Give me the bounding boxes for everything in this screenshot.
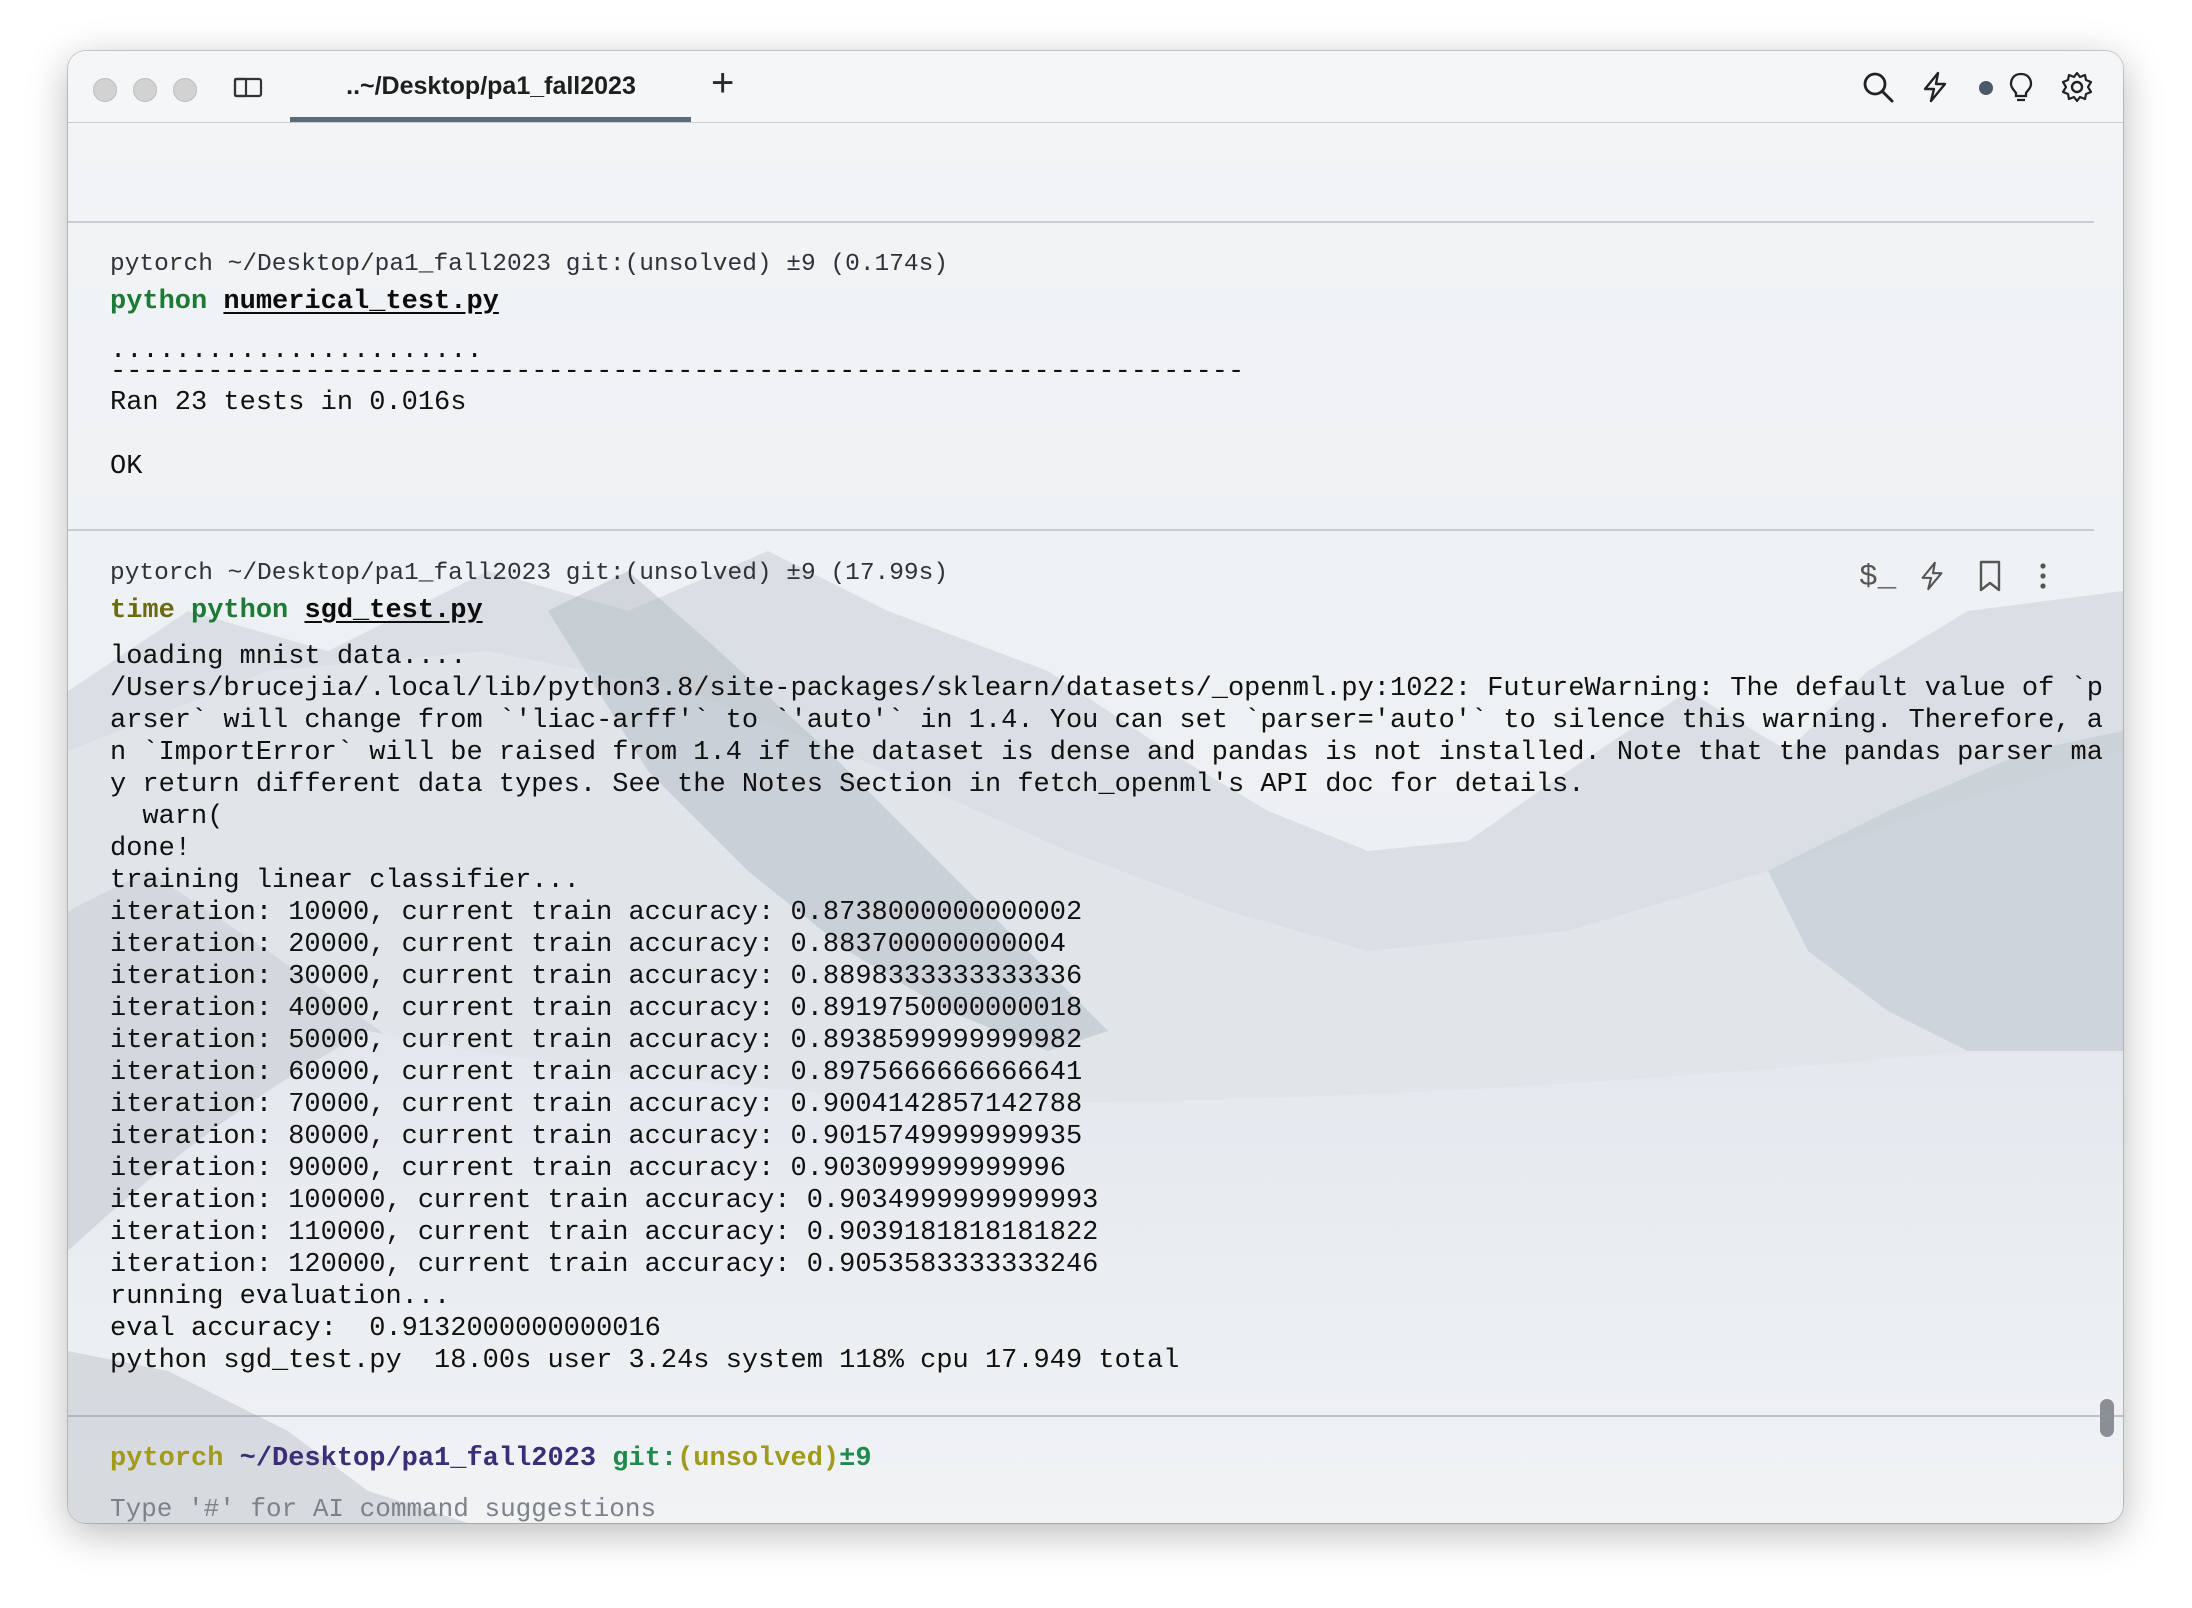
- more-vertical-icon[interactable]: [2035, 559, 2051, 593]
- output-line: running evaluation...: [110, 1282, 451, 1312]
- output-line: Ran 23 tests in 0.016s: [110, 388, 467, 418]
- output-line: iteration: 120000, current train accurac…: [110, 1250, 1099, 1280]
- lightning-icon[interactable]: [1918, 70, 1952, 104]
- command-keyword: python: [110, 287, 208, 317]
- output-line: done!: [110, 834, 192, 864]
- output-line: iteration: 40000, current train accuracy…: [110, 994, 1083, 1024]
- new-tab-button[interactable]: +: [711, 63, 734, 103]
- gear-icon[interactable]: [2060, 70, 2094, 104]
- block-command: time python sgd_test.py: [110, 595, 483, 627]
- prompt-git: git:: [612, 1444, 678, 1474]
- close-window-button[interactable]: [93, 78, 117, 102]
- output-line: warn(: [110, 802, 224, 832]
- block-divider: [68, 221, 2094, 223]
- lightning-icon[interactable]: [1916, 559, 1948, 593]
- output-line: iteration: 80000, current train accuracy…: [110, 1122, 1083, 1152]
- output-line: /Users/brucejia/.local/lib/python3.8/sit…: [110, 674, 2103, 704]
- block-divider: [68, 529, 2094, 531]
- output-line: iteration: 70000, current train accuracy…: [110, 1090, 1083, 1120]
- prompt: pytorch ~/Desktop/pa1_fall2023 git:(unso…: [110, 1443, 872, 1475]
- block-command: python numerical_test.py: [110, 286, 499, 318]
- terminal-window: ..~/Desktop/pa1_fall2023 + pytorch ~/Des…: [68, 51, 2123, 1523]
- bookmark-icon[interactable]: [1975, 559, 2005, 593]
- command-argument[interactable]: sgd_test.py: [304, 596, 482, 626]
- prompt-branch: (unsolved): [677, 1444, 840, 1474]
- output-line: ----------------------------------------…: [110, 357, 1245, 387]
- output-line: training linear classifier...: [110, 866, 580, 896]
- output-line: iteration: 20000, current train accuracy…: [110, 930, 1066, 960]
- output-line: iteration: 50000, current train accuracy…: [110, 1026, 1083, 1056]
- output-line: iteration: 90000, current train accuracy…: [110, 1154, 1066, 1184]
- title-bar: ..~/Desktop/pa1_fall2023 +: [68, 51, 2123, 123]
- output-line: y return different data types. See the N…: [110, 770, 1585, 800]
- lightbulb-icon[interactable]: [2004, 70, 2038, 104]
- output-line: n `ImportError` will be raised from 1.4 …: [110, 738, 2103, 768]
- output-line: iteration: 60000, current train accuracy…: [110, 1058, 1083, 1088]
- tab-title: ..~/Desktop/pa1_fall2023: [346, 72, 636, 100]
- output-line: iteration: 10000, current train accuracy…: [110, 898, 1083, 928]
- terminal-content: pytorch ~/Desktop/pa1_fall2023 git:(unso…: [68, 123, 2123, 1523]
- command-argument[interactable]: numerical_test.py: [223, 287, 498, 317]
- command-input[interactable]: Type '#' for AI command suggestions: [110, 1493, 656, 1523]
- output-line: loading mnist data....: [110, 642, 467, 672]
- output-line: iteration: 110000, current train accurac…: [110, 1218, 1099, 1248]
- block-header: pytorch ~/Desktop/pa1_fall2023 git:(unso…: [110, 251, 949, 278]
- window-split-icon[interactable]: [232, 70, 266, 104]
- status-dot-icon: [1979, 81, 1993, 95]
- prompt-path: ~/Desktop/pa1_fall2023: [239, 1444, 597, 1474]
- tab-active[interactable]: ..~/Desktop/pa1_fall2023: [291, 51, 691, 122]
- tab-active-indicator: [290, 117, 691, 122]
- minimize-window-button[interactable]: [133, 78, 157, 102]
- search-icon[interactable]: [1861, 70, 1895, 104]
- prompt-env: pytorch: [110, 1444, 224, 1474]
- command-time-keyword: time: [110, 596, 175, 626]
- output-line: arser` will change from `'liac-arff'` to…: [110, 706, 2103, 736]
- output-line: eval accuracy: 0.9132000000000016: [110, 1314, 661, 1344]
- output-line: OK: [110, 452, 143, 482]
- output-line: iteration: 30000, current train accuracy…: [110, 962, 1083, 992]
- prompt-status: ±9: [839, 1444, 872, 1474]
- output-line: iteration: 100000, current train accurac…: [110, 1186, 1099, 1216]
- command-keyword: python: [191, 596, 289, 626]
- output-line: python sgd_test.py 18.00s user 3.24s sys…: [110, 1346, 1180, 1376]
- zoom-window-button[interactable]: [173, 78, 197, 102]
- input-divider: [68, 1415, 2123, 1417]
- insert-command-button[interactable]: $_: [1859, 560, 1896, 595]
- scrollbar-thumb[interactable]: [2100, 1399, 2114, 1437]
- block-header: pytorch ~/Desktop/pa1_fall2023 git:(unso…: [110, 560, 949, 587]
